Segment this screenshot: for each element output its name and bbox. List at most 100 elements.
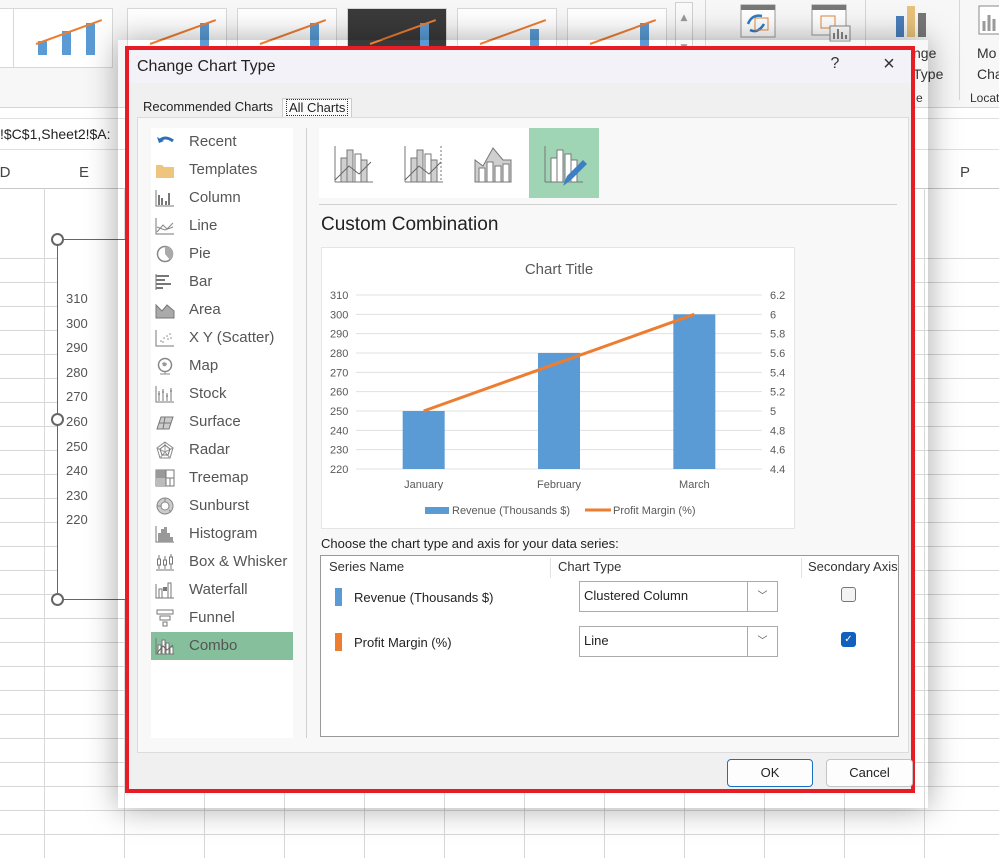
stock-chart-icon [155,386,174,403]
dialog-titlebar[interactable]: Change Chart Type ? × [129,50,911,83]
change-chart-type-icon[interactable] [895,5,929,37]
column-header-p[interactable]: P [925,158,999,188]
chart-type-item-line[interactable]: Line [151,212,293,240]
chart-type-item-recent[interactable]: Recent [151,128,293,156]
chart-type-item-templates[interactable]: Templates [151,156,293,184]
header-series-name: Series Name [329,559,405,574]
box-whisker-chart-icon [156,554,174,571]
chart-type-item-waterfall[interactable]: Waterfall [151,576,293,604]
subtype-clustered-column-line[interactable] [319,128,389,198]
chart-type-label: Combo [189,637,238,654]
move-chart-icon[interactable] [978,5,999,37]
primary-axis-tick-label: 260 [330,387,348,399]
primary-axis-tick-label: 220 [330,464,348,476]
chart-type-label: Treemap [189,469,249,486]
chart-type-label: Funnel [189,609,235,626]
column-header-e[interactable]: E [44,158,124,188]
category-axis-label: January [404,479,444,491]
grid-line [0,810,999,811]
background-axis-label: 300 [66,315,88,331]
waterfall-chart-icon [155,582,174,599]
background-axis-label: 290 [66,340,88,356]
background-axis-label: 270 [66,389,88,405]
chart-type-item-area[interactable]: Area [151,296,293,324]
chart-type-label: Templates [189,161,258,178]
move-chart-label-2[interactable]: Cha [977,66,999,82]
chart-style-thumbnail[interactable] [13,8,113,68]
bar-chart-icon [155,274,171,290]
scatter-chart-icon [155,330,174,347]
tab-all-charts[interactable]: All Charts [282,98,353,117]
chart-type-select[interactable]: Clustered Column ﹀ [579,581,778,612]
chevron-down-icon[interactable]: ﹀ [747,627,777,656]
chart-subtype-bar [319,128,599,198]
secondary-axis-tick-label: 5.6 [770,348,785,360]
chart-type-item-bar[interactable]: Bar [151,268,293,296]
chart-type-select[interactable]: Line ﹀ [579,626,778,657]
tab-all-charts-label: All Charts [286,99,349,116]
secondary-axis-checkbox[interactable]: ✓ [841,632,856,647]
area-chart-icon [155,303,175,319]
chart-type-item-histogram[interactable]: Histogram [151,520,293,548]
column-chart-icon [155,190,174,207]
chart-type-item-treemap[interactable]: Treemap [151,464,293,492]
chart-type-item-map[interactable]: Map [151,352,293,380]
subtype-heading: Custom Combination [321,214,499,235]
chart-type-item-combo[interactable]: Combo [151,632,293,660]
chart-type-item-radar[interactable]: Radar [151,436,293,464]
combo-chart: Chart Title 310 300 290 280 270 260 250 240 230 22… [330,261,785,517]
chart-type-label: Box & Whisker [189,553,288,570]
secondary-axis-checkbox[interactable] [841,587,856,602]
tab-recommended-charts[interactable]: Recommended Charts [140,98,276,117]
background-axis-label: 310 [66,291,88,306]
cancel-button[interactable]: Cancel [826,759,913,787]
subtype-stacked-area-column[interactable] [459,128,529,198]
chart-type-item-stock[interactable]: Stock [151,380,293,408]
chart-type-item-x-y-scatter[interactable]: X Y (Scatter) [151,324,293,352]
chart-type-item-sunburst[interactable]: Sunburst [151,492,293,520]
series-color-swatch [335,633,342,651]
chart-type-item-funnel[interactable]: Funnel [151,604,293,632]
ok-button[interactable]: OK [727,759,813,787]
secondary-axis-tick-label: 5.8 [770,329,785,341]
header-secondary-axis: Secondary Axis [808,559,898,574]
resize-handle[interactable] [51,233,64,246]
switch-row-column-icon[interactable] [740,4,776,38]
location-group-label: Locat [970,91,999,105]
secondary-axis-tick-label: 6.2 [770,290,785,302]
primary-axis-tick-label: 250 [330,406,348,418]
folder-icon [156,165,174,178]
chart-type-item-box-whisker[interactable]: Box & Whisker [151,548,293,576]
secondary-axis-tick-label: 4.4 [770,464,785,476]
recent-icon [157,136,174,143]
resize-handle[interactable] [51,593,64,606]
chart-type-label: Bar [189,273,213,290]
chart-type-label: Line [189,217,218,234]
series-caption: Choose the chart type and axis for your … [321,536,619,551]
clustered-column-line-icon [334,146,373,183]
chevron-down-icon[interactable]: ﹀ [747,582,777,611]
sunburst-chart-icon [156,497,174,515]
chart-preview: Chart Title 310 300 290 280 270 260 250 240 230 22… [321,247,795,529]
legend-label-revenue: Revenue (Thousands $) [452,505,570,517]
chart-type-item-column[interactable]: Column [151,184,293,212]
chart-type-label: Column [189,189,241,206]
chart-type-label: Surface [189,413,241,430]
column-header-d[interactable]: D [0,158,15,188]
chart-type-item-pie[interactable]: Pie [151,240,293,268]
divider [306,128,307,738]
resize-handle[interactable] [51,413,64,426]
subtype-clustered-column-line-secondary[interactable] [389,128,459,198]
revenue-bar [538,353,580,469]
secondary-axis-tick-label: 4.6 [770,445,785,457]
background-axis-label: 220 [66,512,88,528]
close-button[interactable]: × [877,53,901,76]
subtype-custom-combination[interactable] [529,128,599,198]
combo-chart-icon [155,638,174,655]
chart-type-label: Waterfall [189,581,248,598]
help-button[interactable]: ? [825,55,845,73]
background-axis-label: 250 [66,438,88,454]
select-data-icon[interactable] [811,4,851,42]
chart-type-item-surface[interactable]: Surface [151,408,293,436]
move-chart-label-1[interactable]: Mo [977,45,996,61]
